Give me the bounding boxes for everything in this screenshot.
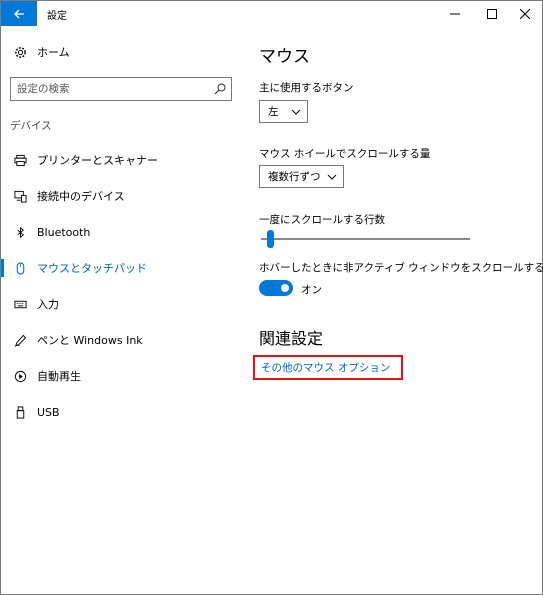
toggle-knob [281, 284, 289, 292]
gear-icon [13, 45, 27, 59]
primary-button-dropdown[interactable]: 左 [259, 100, 308, 123]
devices-icon [13, 189, 27, 203]
search-icon[interactable] [214, 83, 226, 95]
sidebar-item-label: Bluetooth [37, 225, 91, 239]
sidebar-item-label: 接続中のデバイス [37, 190, 125, 203]
back-arrow-icon [14, 9, 24, 18]
sidebar-item-mouse-touchpad[interactable]: マウスとタッチパッド [1, 253, 246, 283]
sidebar-item-printers[interactable]: プリンターとスキャナー [1, 145, 246, 175]
sidebar-item-usb[interactable]: USB [1, 397, 246, 427]
lines-slider-track[interactable] [261, 238, 470, 240]
maximize-icon [487, 8, 497, 19]
primary-button-label: 主に使用するボタン [259, 82, 354, 94]
sidebar-item-home[interactable]: ホーム [1, 37, 246, 67]
keyboard-icon [13, 297, 27, 311]
sidebar-item-connected-devices[interactable]: 接続中のデバイス [1, 181, 246, 211]
page-title: マウス [259, 47, 310, 67]
primary-button-value: 左 [268, 106, 279, 118]
sidebar-item-label: USB [37, 405, 60, 419]
sidebar-item-label: プリンターとスキャナー [37, 154, 158, 167]
bluetooth-icon [13, 225, 27, 239]
sidebar-section-label: デバイス [10, 120, 52, 132]
chevron-down-icon [291, 109, 301, 115]
search-box[interactable] [10, 77, 232, 101]
back-button[interactable] [1, 1, 37, 26]
sidebar-item-autoplay[interactable]: 自動再生 [1, 361, 246, 391]
related-settings-title: 関連設定 [259, 329, 324, 348]
printer-icon [13, 153, 27, 167]
sidebar-item-typing[interactable]: 入力 [1, 289, 246, 319]
minimize-button[interactable] [438, 1, 472, 26]
close-icon [520, 8, 530, 19]
toggle-state-label: オン [301, 284, 322, 296]
sidebar-item-bluetooth[interactable]: Bluetooth [1, 217, 246, 247]
more-mouse-options-link[interactable]: その他のマウス オプション [253, 355, 403, 380]
chevron-down-icon [327, 174, 337, 180]
more-mouse-options-label: その他のマウス オプション [261, 362, 391, 374]
usb-icon [13, 405, 27, 419]
sidebar-item-label: 自動再生 [37, 370, 81, 383]
wheel-scroll-dropdown[interactable]: 複数行ずつ [259, 165, 344, 188]
lines-slider-thumb[interactable] [267, 230, 275, 248]
wheel-scroll-label: マウス ホイールでスクロールする量 [259, 148, 431, 160]
title-bar: 設定 [1, 1, 542, 26]
wheel-scroll-value: 複数行ずつ [268, 171, 321, 183]
sidebar-item-label: マウスとタッチパッド [37, 262, 147, 275]
sidebar-home-label: ホーム [37, 46, 70, 59]
lines-to-scroll-label: 一度にスクロールする行数 [259, 214, 385, 226]
selection-indicator [1, 259, 4, 277]
sidebar-item-pen[interactable]: ペンと Windows Ink [1, 325, 246, 355]
pen-icon [13, 333, 27, 347]
inactive-scroll-label: ホバーしたときに非アクティブ ウィンドウをスクロールする [259, 262, 543, 274]
window-title: 設定 [47, 11, 67, 22]
autoplay-icon [13, 369, 27, 383]
mouse-icon [13, 261, 27, 275]
inactive-scroll-toggle[interactable] [259, 280, 293, 296]
sidebar-item-label: 入力 [37, 298, 59, 311]
close-button[interactable] [508, 1, 542, 26]
search-input[interactable] [11, 78, 201, 100]
settings-window: 設定 ホーム デバイス プリンターとスキャナー 接続中のデバイス [0, 0, 543, 595]
minimize-icon [450, 13, 460, 14]
maximize-button[interactable] [475, 1, 509, 26]
sidebar-item-label: ペンと Windows Ink [37, 334, 143, 347]
